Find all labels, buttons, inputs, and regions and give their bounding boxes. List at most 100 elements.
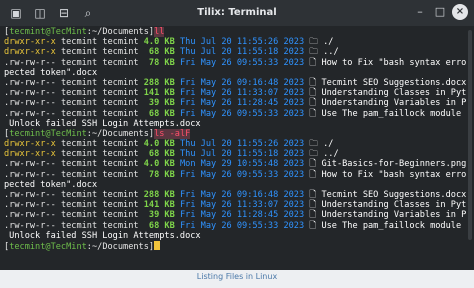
listing-row: .rw-rw-r-- tecmint tecmint 78 KB Fri May… (4, 58, 466, 68)
file-icon: 🗋 (309, 190, 322, 200)
close-icon[interactable]: × (452, 4, 468, 20)
modified-date: Thu Jul 20 11:55:18 2023 (179, 149, 305, 160)
terminal-window: ▣ ◫ ⊟ ⌕ Tilix: Terminal – □ × [tecmint@T… (0, 0, 474, 270)
scrollbar[interactable] (468, 30, 472, 240)
file-size: 288 KB (143, 190, 175, 200)
owner: tecmint tecmint (60, 200, 139, 211)
folder-icon: 🗀 (309, 149, 324, 160)
owner: tecmint tecmint (60, 57, 139, 68)
permissions: drwxr-xr-x (4, 139, 56, 150)
prompt-user: tecmint@TecMint (9, 128, 87, 139)
file-size: 78 KB (143, 169, 175, 180)
file-size: 141 KB (143, 200, 175, 211)
listing-row: .rw-rw-r-- tecmint tecmint 288 KB Fri Ma… (4, 78, 466, 88)
owner: tecmint tecmint (60, 37, 139, 48)
modified-date: Thu Jul 20 11:55:26 2023 (179, 139, 305, 150)
file-size: 68 KB (143, 47, 175, 58)
owner: tecmint tecmint (60, 88, 139, 99)
modified-date: Fri May 26 09:55:33 2023 (179, 169, 305, 180)
modified-date: Fri May 26 09:55:33 2023 (179, 108, 305, 119)
file-name: Tecmint SEO Suggestions.docx (321, 77, 466, 88)
prompt-line: [tecmint@TecMint:~/Documents] (4, 240, 466, 252)
owner: tecmint tecmint (60, 169, 139, 180)
listing-row: .rw-rw-r-- tecmint tecmint 68 KB Fri May… (4, 221, 466, 231)
file-name-continued: pected token".docx (4, 67, 98, 78)
modified-date: Thu Jul 20 11:55:18 2023 (179, 47, 305, 58)
file-icon: 🗋 (309, 88, 322, 99)
permissions: .rw-rw-r-- (4, 190, 56, 200)
permissions: .rw-rw-r-- (4, 108, 56, 119)
permissions: drwxr-xr-x (4, 47, 56, 58)
prompt-path: ~/Documents (91, 241, 149, 252)
permissions: drwxr-xr-x (4, 37, 56, 48)
owner: tecmint tecmint (60, 77, 139, 88)
file-name: Git-Basics-for-Beginners.png (321, 159, 466, 170)
listing-row: .rw-rw-r-- tecmint tecmint 288 KB Fri Ma… (4, 190, 466, 200)
modified-date: Fri May 26 11:28:45 2023 (179, 98, 305, 109)
owner: tecmint tecmint (60, 190, 139, 200)
file-icon: 🗋 (309, 108, 322, 119)
maximize-icon[interactable]: □ (432, 4, 448, 20)
permissions: .rw-rw-r-- (4, 98, 56, 109)
file-icon: 🗋 (309, 98, 322, 109)
listing-wrap-line: Unlock failed SSH Login Attempts.docx (4, 119, 466, 129)
permissions: .rw-rw-r-- (4, 169, 56, 180)
command-text: ll (154, 27, 165, 37)
listing-row: .rw-rw-r-- tecmint tecmint 141 KB Fri Ma… (4, 88, 466, 98)
file-name: Understanding Classes in Python.docx (321, 88, 466, 99)
listing-row: drwxr-xr-x tecmint tecmint 4.0 KB Thu Ju… (4, 139, 466, 149)
listing-row: .rw-rw-r-- tecmint tecmint 4.0 KB Mon Ma… (4, 159, 466, 169)
permissions: .rw-rw-r-- (4, 77, 56, 88)
listing-row: drwxr-xr-x tecmint tecmint 4.0 KB Thu Ju… (4, 37, 466, 47)
modified-date: Fri May 26 11:33:07 2023 (179, 200, 305, 211)
owner: tecmint tecmint (60, 210, 139, 221)
file-name: ../ (323, 149, 339, 160)
file-size: 4.0 KB (143, 159, 175, 170)
owner: tecmint tecmint (60, 220, 139, 231)
owner: tecmint tecmint (60, 159, 139, 170)
terminal-output[interactable]: [tecmint@TecMint:~/Documents]ll drwxr-xr-… (4, 27, 466, 267)
owner: tecmint tecmint (60, 149, 139, 160)
listing-row: .rw-rw-r-- tecmint tecmint 141 KB Fri Ma… (4, 200, 466, 210)
permissions: .rw-rw-r-- (4, 200, 56, 211)
file-icon: 🗋 (309, 77, 322, 88)
prompt-line: [tecmint@TecMint:~/Documents]ll (4, 27, 165, 37)
prompt-user: tecmint@TecMint (9, 241, 87, 252)
file-size: 4.0 KB (143, 37, 175, 48)
file-icon: 🗋 (309, 200, 322, 211)
file-name: Tecmint SEO Suggestions.docx (321, 190, 466, 200)
file-name-continued: Unlock failed SSH Login Attempts.docx (4, 118, 201, 129)
listing-wrap-line: pected token".docx (4, 68, 466, 78)
listing-row: .rw-rw-r-- tecmint tecmint 39 KB Fri May… (4, 98, 466, 108)
file-size: 68 KB (143, 149, 175, 160)
file-icon: 🗋 (309, 57, 322, 68)
listing-wrap-line: pected token".docx (4, 180, 466, 190)
file-icon: 🗋 (309, 210, 322, 221)
permissions: drwxr-xr-x (4, 149, 56, 160)
file-name: ./ (323, 37, 334, 48)
modified-date: Fri May 26 09:55:33 2023 (179, 220, 305, 231)
file-icon: 🗋 (309, 169, 322, 180)
file-name-continued: pected token".docx (4, 179, 98, 190)
file-size: 141 KB (143, 88, 175, 99)
listing-row: .rw-rw-r-- tecmint tecmint 68 KB Fri May… (4, 109, 466, 119)
modified-date: Fri May 26 09:55:33 2023 (179, 57, 305, 68)
modified-date: Fri May 26 11:33:07 2023 (179, 88, 305, 99)
file-name-continued: Unlock failed SSH Login Attempts.docx (4, 230, 201, 241)
caption: Listing Files in Linux (196, 272, 278, 281)
file-icon: 🗋 (309, 220, 322, 231)
file-size: 39 KB (143, 210, 175, 221)
owner: tecmint tecmint (60, 139, 139, 150)
file-name: Understanding Classes in Python.docx (321, 200, 466, 211)
file-icon: 🗋 (309, 159, 322, 170)
listing-row: drwxr-xr-x tecmint tecmint 68 KB Thu Jul… (4, 149, 466, 159)
folder-icon: 🗀 (309, 139, 324, 150)
file-name: Use The pam_faillock module to Lock and (321, 108, 462, 119)
file-size: 68 KB (143, 108, 175, 119)
permissions: .rw-rw-r-- (4, 210, 56, 221)
listing-row: .rw-rw-r-- tecmint tecmint 39 KB Fri May… (4, 210, 466, 220)
file-name: ../ (323, 47, 339, 58)
title-bar: ▣ ◫ ⊟ ⌕ Tilix: Terminal – □ × (0, 0, 474, 26)
minimize-icon[interactable]: – (412, 4, 428, 20)
file-size: 68 KB (143, 220, 175, 231)
